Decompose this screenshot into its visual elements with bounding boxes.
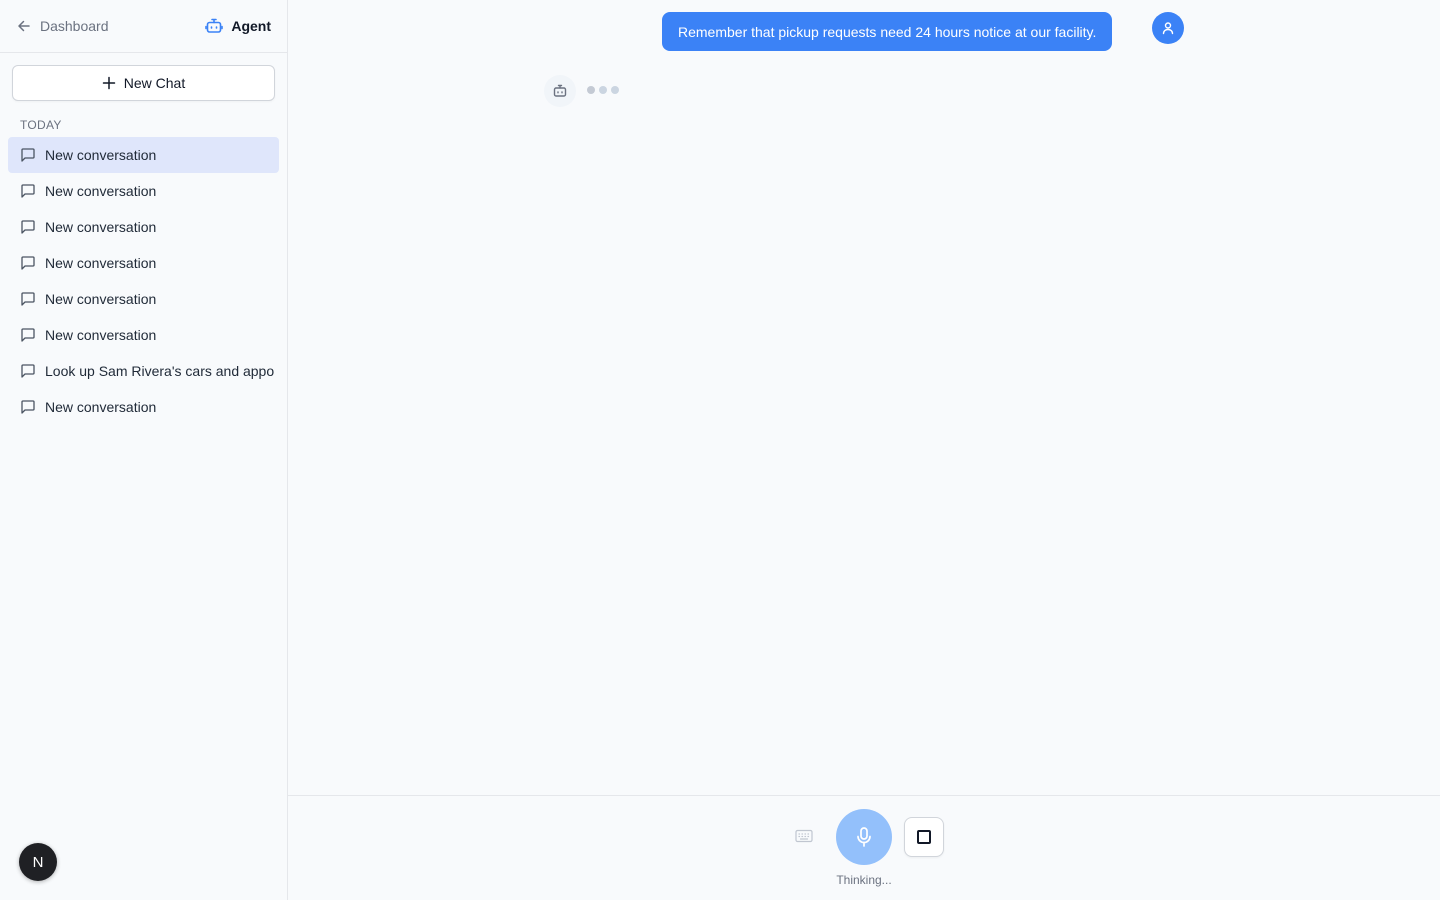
conversation-title: New conversation [45,327,157,343]
conversation-item[interactable]: Look up Sam Rivera's cars and appo [8,353,279,389]
user-profile-avatar[interactable]: N [19,843,57,881]
message-square-icon [21,328,35,342]
user-avatar [1152,12,1184,44]
message-square-icon [21,184,35,198]
arrow-left-icon [18,20,30,32]
chat-panel: Remember that pickup requests need 24 ho… [288,0,1440,900]
conversation-title: New conversation [45,255,157,271]
keyboard-toggle-button[interactable] [793,827,815,845]
conversation-item[interactable]: New conversation [8,281,279,317]
user-icon [1162,22,1174,35]
stop-button[interactable] [904,817,944,857]
plus-icon [102,76,116,90]
conversation-title: New conversation [45,147,157,163]
section-label-today: TODAY [20,118,62,132]
user-message-text: Remember that pickup requests need 24 ho… [678,23,1097,40]
conversation-title: New conversation [45,219,157,235]
sidebar: Dashboard Agent New Chat TODAY New conve… [0,0,288,900]
voice-controls-bar: Thinking... [288,795,1440,900]
conversation-title: New conversation [45,399,157,415]
bot-icon [205,18,224,33]
keyboard-icon [795,829,813,843]
message-square-icon [21,256,35,270]
conversation-item[interactable]: New conversation [8,317,279,353]
conversation-list: New conversation New conversation New co… [8,137,279,425]
conversation-item[interactable]: New conversation [8,137,279,173]
voice-status-text: Thinking... [836,873,892,887]
mic-icon [857,827,871,847]
conversation-item[interactable]: New conversation [8,173,279,209]
message-square-icon [21,364,35,378]
message-square-icon [21,292,35,306]
message-square-icon [21,400,35,414]
conversation-title: Look up Sam Rivera's cars and appo [45,363,275,379]
conversation-item[interactable]: New conversation [8,209,279,245]
new-chat-button[interactable]: New Chat [12,65,275,101]
assistant-avatar [544,75,576,107]
typing-dot [587,86,595,94]
typing-dot [599,86,607,94]
sidebar-header: Dashboard Agent [0,0,287,53]
message-square-icon [21,220,35,234]
stop-square-icon [917,830,931,844]
agent-title: Agent [205,17,271,35]
bot-icon [553,84,567,97]
agent-title-label: Agent [231,18,271,34]
conversation-title: New conversation [45,291,157,307]
microphone-button[interactable] [836,809,892,865]
user-message-bubble: Remember that pickup requests need 24 ho… [662,12,1113,51]
message-square-icon [21,148,35,162]
typing-indicator [587,86,619,94]
conversation-title: New conversation [45,183,157,199]
conversation-item[interactable]: New conversation [8,245,279,281]
conversation-item[interactable]: New conversation [8,389,279,425]
typing-dot [611,86,619,94]
back-link-label: Dashboard [40,18,109,34]
new-chat-label: New Chat [123,75,186,91]
back-to-dashboard-link[interactable]: Dashboard [16,18,109,34]
user-initial: N [32,853,44,871]
